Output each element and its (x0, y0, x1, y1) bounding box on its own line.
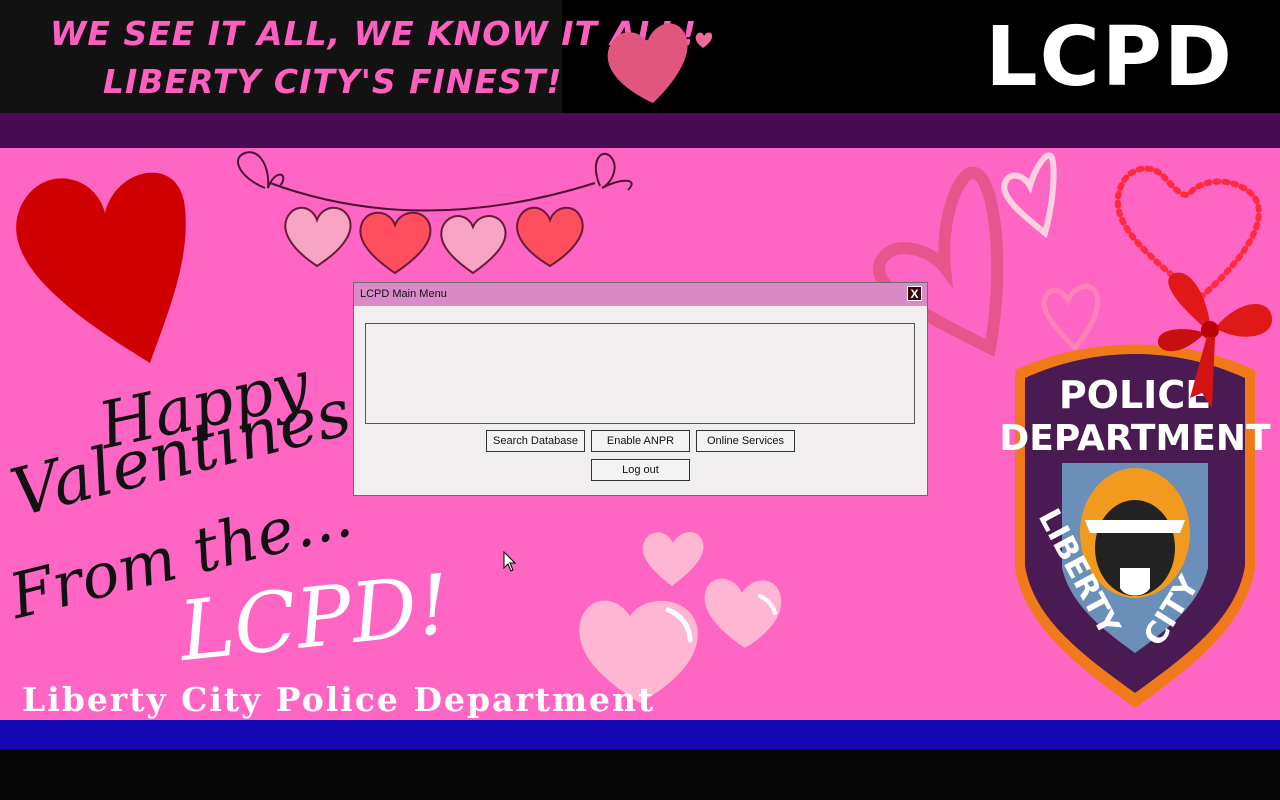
logout-button[interactable]: Log out (591, 459, 690, 481)
heart-icon (440, 215, 507, 275)
badge-text-police: POLICE (1059, 373, 1211, 417)
blue-band (0, 720, 1280, 749)
enable-anpr-button[interactable]: Enable ANPR (591, 430, 690, 452)
search-database-button[interactable]: Search Database (486, 430, 585, 452)
heart-icon (516, 206, 584, 268)
dialog-title: LCPD Main Menu (360, 288, 447, 300)
heart-icon (359, 211, 432, 275)
heart-icon (284, 206, 352, 268)
lcpd-logo: LCPD (985, 10, 1234, 105)
heart-icon (16, 172, 186, 363)
badge-text-department: DEPARTMENT (999, 418, 1271, 459)
close-icon: X (910, 287, 919, 301)
cursor-icon (503, 551, 517, 572)
purple-band (0, 113, 1280, 148)
slogan-banner: WE SEE IT ALL, WE KNOW IT ALL! LIBERTY C… (0, 0, 696, 113)
heart-icon (704, 578, 782, 648)
main-menu-dialog: LCPD Main Menu X Search Database Enable … (353, 282, 928, 496)
garland-string (269, 182, 596, 212)
slogan-line-2: LIBERTY CITY'S FINEST! (103, 62, 563, 101)
dialog-titlebar[interactable]: LCPD Main Menu X (354, 283, 927, 306)
online-services-button[interactable]: Online Services (696, 430, 795, 452)
bottom-bar (0, 749, 1280, 800)
heart-icon (1041, 283, 1100, 352)
output-area[interactable] (365, 323, 915, 424)
heart-icon (642, 532, 704, 586)
department-name: Liberty City Police Department (22, 680, 656, 719)
heart-icon (1001, 152, 1057, 239)
close-button[interactable]: X (907, 286, 922, 301)
heart-icon (607, 23, 713, 104)
